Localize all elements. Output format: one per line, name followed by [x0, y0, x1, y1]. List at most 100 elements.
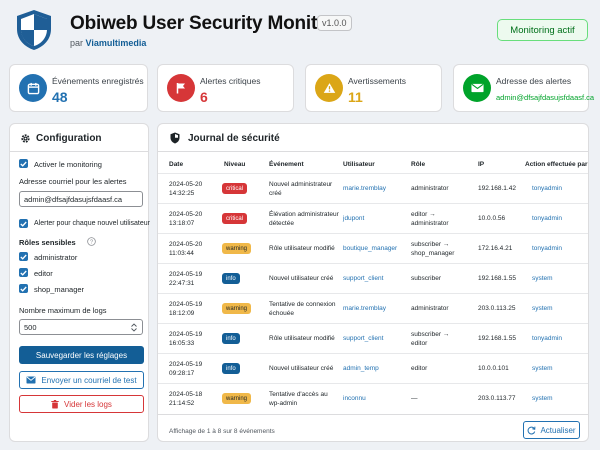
table-row: 2024-05-20 13:18:07 critical Élévation admi…	[158, 203, 588, 233]
config-title: Configuration	[36, 133, 102, 144]
check-icon	[20, 161, 27, 167]
log-date-time: 09:28:17	[169, 369, 195, 377]
log-ip: 192.168.1.42	[478, 185, 516, 192]
max-logs-input[interactable]: 500	[19, 319, 143, 335]
log-event-line: Nouvel administrateur	[269, 181, 333, 188]
log-performed-by-link[interactable]: tonyadmin	[532, 245, 562, 254]
log-role: administrator	[411, 305, 449, 314]
journal-title: Journal de sécurité	[188, 133, 280, 144]
column-header-performed-by: Action effectuée par	[525, 161, 588, 168]
log-role: —	[411, 395, 418, 404]
log-date-time: 13:18:07	[169, 219, 195, 227]
role-label: shop_manager	[34, 285, 85, 294]
log-role: editor → administrator	[411, 211, 449, 228]
log-performed-by-link[interactable]: system	[532, 395, 553, 404]
level-badge: warning	[222, 393, 252, 404]
log-performed-by-link[interactable]: tonyadmin	[532, 215, 562, 224]
log-date: 2024-05-19 09:28:17	[169, 361, 202, 378]
role-label: editor	[34, 269, 53, 278]
check-icon	[20, 286, 27, 292]
log-date: 2024-05-20 13:18:07	[169, 211, 202, 228]
log-event: Tentative d'accès au wp-admin	[269, 391, 328, 408]
log-ip: 203.0.113.25	[478, 305, 516, 312]
log-performed-by-link[interactable]: tonyadmin	[532, 335, 562, 344]
stat-label: Adresse des alertes	[496, 76, 572, 86]
role-checkbox-administrator[interactable]	[19, 252, 28, 261]
role-label: administrator	[34, 253, 78, 262]
log-event-line: Nouvel utilisateur créé	[269, 365, 334, 372]
level-badge: warning	[222, 243, 252, 254]
log-user-link[interactable]: marie.tremblay	[343, 305, 386, 314]
author-link[interactable]: Viamultimedia	[86, 38, 147, 48]
stat-card-warnings: Avertissements 11	[305, 64, 442, 112]
enable-monitoring-checkbox[interactable]	[19, 159, 28, 168]
app-header: Obiweb User Security Monitor v1.0.0 par …	[0, 0, 600, 58]
table-row: 2024-05-20 11:03:44 warning Rôle utilisateu…	[158, 233, 588, 263]
check-icon	[20, 221, 27, 227]
log-date: 2024-05-19 22:47:31	[169, 271, 202, 288]
log-event-line: Tentative de connexion	[269, 301, 336, 308]
table-row: 2024-05-19 16:05:33 info Rôle utilisateur m…	[158, 323, 588, 353]
stepper-icon[interactable]	[131, 323, 137, 332]
log-date: 2024-05-18 21:14:52	[169, 391, 202, 408]
log-event-line: Rôle utilisateur modifié	[269, 245, 335, 252]
log-user-link[interactable]: boutique_manager	[343, 245, 397, 254]
log-performed-by-link[interactable]: system	[532, 365, 553, 374]
log-performed-by-link[interactable]: system	[532, 275, 553, 284]
log-date: 2024-05-20 11:03:44	[169, 241, 202, 258]
byline-prefix: par	[70, 38, 84, 48]
log-user-link[interactable]: admin_temp	[343, 365, 379, 374]
alert-new-user-label: Alerter pour chaque nouvel utilisateur	[34, 220, 150, 227]
log-user-link[interactable]: marie.tremblay	[343, 185, 386, 194]
save-settings-button[interactable]: Sauvegarder les réglages	[19, 346, 144, 364]
clear-logs-button[interactable]: Vider les logs	[19, 395, 144, 413]
log-ip: 192.168.1.55	[478, 335, 516, 342]
flag-icon	[167, 74, 195, 102]
pagination-summary: Affichage de 1 à 8 sur 8 événements	[169, 428, 275, 435]
log-user-link[interactable]: support_client	[343, 335, 383, 344]
version-badge: v1.0.0	[317, 15, 352, 31]
log-role-line: shop_manager	[411, 249, 455, 257]
check-icon	[20, 254, 27, 260]
send-test-email-label: Envoyer un courriel de test	[41, 375, 137, 385]
stat-value: 48	[52, 89, 68, 105]
level-badge: warning	[222, 303, 252, 314]
log-date-time: 11:03:44	[169, 249, 194, 257]
log-user-link[interactable]: jdupont	[343, 215, 364, 224]
log-role: subscriber	[411, 275, 441, 284]
send-test-email-button[interactable]: Envoyer un courriel de test	[19, 371, 144, 389]
log-user-link[interactable]: inconnu	[343, 395, 366, 404]
log-role: administrator	[411, 185, 449, 194]
log-ip: 172.16.4.21	[478, 245, 513, 252]
table-row: 2024-05-20 14:32:25 critical Nouvel adminis…	[158, 173, 588, 203]
role-checkbox-shop-manager[interactable]	[19, 284, 28, 293]
log-date: 2024-05-19 16:05:33	[169, 331, 202, 348]
log-event: Tentative de connexion échouée	[269, 301, 336, 318]
divider	[10, 151, 148, 152]
divider	[158, 151, 588, 152]
log-ip: 192.168.1.55	[478, 275, 516, 282]
envelope-icon	[463, 74, 491, 102]
log-date-time: 18:12:09	[169, 309, 195, 317]
log-date-time: 22:47:31	[169, 279, 195, 287]
level-badge: critical	[222, 183, 248, 194]
table-row: 2024-05-19 18:12:09 warning Tentative de co…	[158, 293, 588, 323]
log-performed-by-link[interactable]: tonyadmin	[532, 185, 562, 194]
security-log-panel: Journal de sécurité Date Niveau Événemen…	[157, 123, 589, 442]
column-header-event: Événement	[269, 161, 304, 168]
log-role-line: administrator	[411, 305, 449, 312]
log-role: subscriber → shop_manager	[411, 241, 454, 258]
log-performed-by-link[interactable]: system	[532, 305, 553, 314]
stat-card-alert-email: Adresse des alertes admin@dfsajfdasujsfd…	[453, 64, 594, 112]
column-header-user: Utilisateur	[343, 161, 375, 168]
trash-icon	[51, 399, 59, 408]
log-user-link[interactable]: support_client	[343, 275, 383, 284]
alert-email-input[interactable]: admin@dfsajfdasujsfdaasf.ca	[19, 191, 143, 207]
alert-new-user-checkbox[interactable]	[19, 219, 28, 228]
log-event: Élévation administrateur détectée	[269, 211, 339, 228]
app-title: Obiweb User Security Monitor	[70, 13, 336, 34]
refresh-icon	[528, 426, 536, 434]
refresh-button[interactable]: Actualiser	[523, 421, 580, 439]
help-icon[interactable]: ?	[87, 237, 96, 246]
role-checkbox-editor[interactable]	[19, 268, 28, 277]
